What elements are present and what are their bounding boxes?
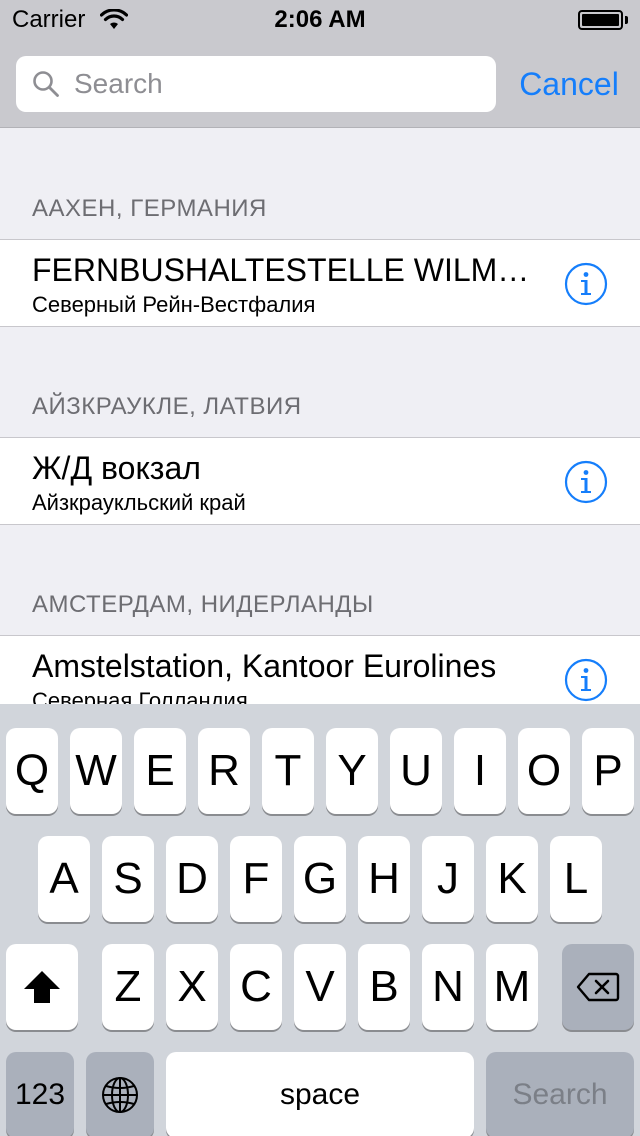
keyboard: Q W E R T Y U I O P A S D F G H J K L Z … bbox=[0, 704, 640, 1136]
shift-key[interactable] bbox=[6, 944, 78, 1030]
results-list[interactable]: ААХЕН, ГЕРМАНИЯ FERNBUSHALTESTELLE WILME… bbox=[0, 129, 640, 704]
status-time: 2:06 AM bbox=[274, 6, 366, 33]
section-header: АМСТЕРДАМ, НИДЕРЛАНДЫ bbox=[0, 525, 640, 635]
section-header-label: ААХЕН, ГЕРМАНИЯ bbox=[32, 195, 267, 222]
key-n[interactable]: N bbox=[422, 944, 474, 1030]
key-u[interactable]: U bbox=[390, 728, 442, 814]
key-d[interactable]: D bbox=[166, 836, 218, 922]
search-header: Carrier 2:06 AM Cancel bbox=[0, 0, 640, 128]
globe-key[interactable] bbox=[86, 1052, 154, 1136]
numbers-key[interactable]: 123 bbox=[6, 1052, 74, 1136]
key-j[interactable]: J bbox=[422, 836, 474, 922]
key-k[interactable]: K bbox=[486, 836, 538, 922]
item-title: Ж/Д вокзал bbox=[32, 450, 201, 486]
key-f[interactable]: F bbox=[230, 836, 282, 922]
search-icon bbox=[33, 71, 59, 97]
section-header-label: АМСТЕРДАМ, НИДЕРЛАНДЫ bbox=[32, 591, 374, 618]
search-return-key[interactable]: Search bbox=[486, 1052, 634, 1136]
key-m[interactable]: M bbox=[486, 944, 538, 1030]
list-item[interactable]: Amstelstation, Kantoor Eurolines Северна… bbox=[0, 635, 640, 704]
key-x[interactable]: X bbox=[166, 944, 218, 1030]
item-subtitle: Айзкраукльский край bbox=[32, 490, 246, 515]
key-g[interactable]: G bbox=[294, 836, 346, 922]
key-b[interactable]: B bbox=[358, 944, 410, 1030]
key-e[interactable]: E bbox=[134, 728, 186, 814]
search-field[interactable] bbox=[16, 56, 496, 112]
info-icon[interactable] bbox=[564, 658, 608, 702]
key-w[interactable]: W bbox=[70, 728, 122, 814]
space-key[interactable]: space bbox=[166, 1052, 474, 1136]
info-icon[interactable] bbox=[564, 262, 608, 306]
key-v[interactable]: V bbox=[294, 944, 346, 1030]
key-r[interactable]: R bbox=[198, 728, 250, 814]
key-q[interactable]: Q bbox=[6, 728, 58, 814]
list-item[interactable]: Ж/Д вокзал Айзкраукльский край bbox=[0, 437, 640, 525]
key-i[interactable]: I bbox=[454, 728, 506, 814]
key-y[interactable]: Y bbox=[326, 728, 378, 814]
key-s[interactable]: S bbox=[102, 836, 154, 922]
item-subtitle: Северная Голландия bbox=[32, 688, 248, 704]
search-input[interactable] bbox=[74, 56, 484, 112]
cancel-button[interactable]: Cancel bbox=[506, 56, 632, 112]
key-o[interactable]: O bbox=[518, 728, 570, 814]
item-title: FERNBUSHALTESTELLE WILMERSDORFER bbox=[32, 252, 532, 288]
key-a[interactable]: A bbox=[38, 836, 90, 922]
section-header: ААХЕН, ГЕРМАНИЯ bbox=[0, 129, 640, 239]
key-z[interactable]: Z bbox=[102, 944, 154, 1030]
key-p[interactable]: P bbox=[582, 728, 634, 814]
globe-icon bbox=[102, 1077, 138, 1113]
section-header: АЙЗКРАУКЛЕ, ЛАТВИЯ bbox=[0, 327, 640, 437]
key-l[interactable]: L bbox=[550, 836, 602, 922]
list-item[interactable]: FERNBUSHALTESTELLE WILMERSDORFER Северны… bbox=[0, 239, 640, 327]
shift-arrow-icon bbox=[24, 971, 60, 1003]
key-t[interactable]: T bbox=[262, 728, 314, 814]
delete-key[interactable] bbox=[562, 944, 634, 1030]
backspace-icon bbox=[576, 972, 620, 1002]
status-bar: Carrier 2:06 AM bbox=[0, 0, 640, 40]
info-icon[interactable] bbox=[564, 460, 608, 504]
key-h[interactable]: H bbox=[358, 836, 410, 922]
item-subtitle: Северный Рейн-Вестфалия bbox=[32, 292, 316, 317]
battery-icon bbox=[578, 10, 628, 30]
item-title: Amstelstation, Kantoor Eurolines bbox=[32, 648, 497, 684]
key-c[interactable]: C bbox=[230, 944, 282, 1030]
section-header-label: АЙЗКРАУКЛЕ, ЛАТВИЯ bbox=[32, 393, 302, 420]
